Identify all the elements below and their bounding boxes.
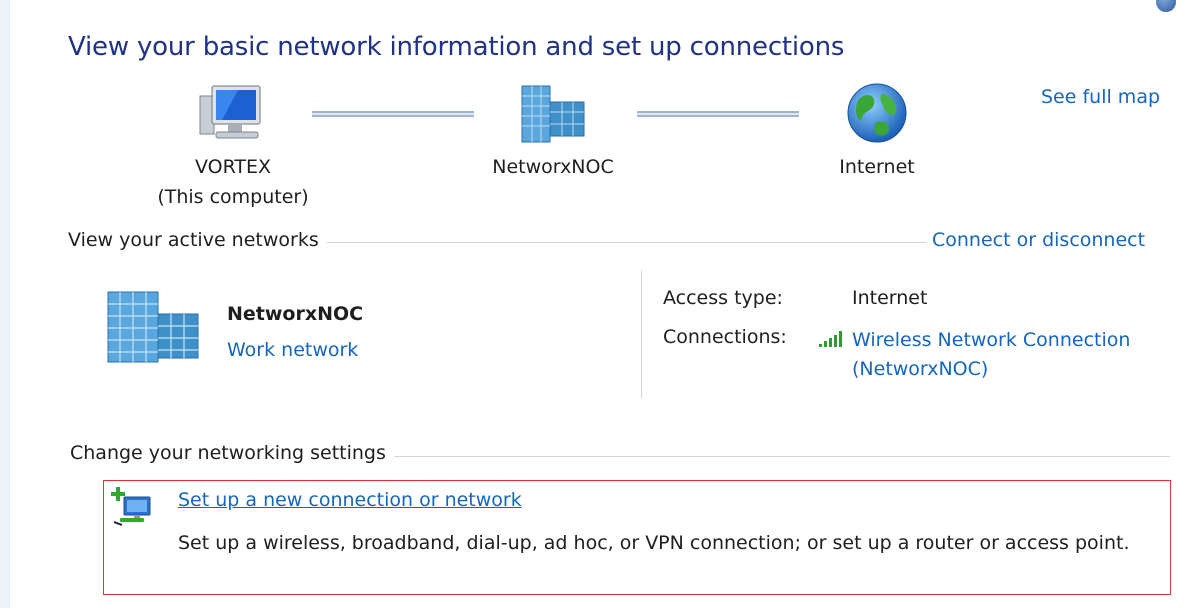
active-network-icon [104,290,202,364]
connection-name-line1: Wireless Network Connection [852,329,1131,351]
help-icon[interactable] [1156,0,1176,12]
access-type-value: Internet [852,287,928,309]
computer-subtitle: (This computer) [157,186,309,208]
map-node-network: NetworxNOC [470,152,636,182]
internet-name: Internet [839,156,915,178]
computer-name: VORTEX [194,156,272,178]
active-network-name: NetworxNOC [227,303,364,325]
wireless-signal-icon [817,330,847,348]
see-full-map-link[interactable]: See full map [1041,86,1160,108]
map-connector-line-1 [312,111,474,117]
network-building-icon[interactable] [518,84,588,144]
setup-connection-description: Set up a wireless, broadband, dial-up, a… [178,532,1130,554]
wireless-connection-link[interactable]: Wireless Network Connection (NetworxNOC) [852,326,1130,384]
network-type-link[interactable]: Work network [227,339,358,361]
setup-connection-link[interactable]: Set up a new connection or network [178,489,522,511]
access-type-label: Access type: [663,287,783,309]
network-details-divider [641,270,642,398]
left-navigation-strip [0,0,10,608]
map-node-computer: VORTEX (This computer) [140,152,326,212]
globe-icon[interactable] [846,82,908,144]
map-connector-line-2 [637,111,799,117]
settings-heading: Change your networking settings [70,442,394,464]
connections-label: Connections: [663,326,787,348]
map-node-internet: Internet [800,152,954,182]
computer-icon[interactable] [198,82,268,144]
new-connection-icon[interactable] [110,487,160,527]
network-map-name: NetworxNOC [492,156,614,178]
connection-name-line2: (NetworxNOC) [852,358,989,380]
page-title: View your basic network information and … [68,32,845,62]
active-networks-heading: View your active networks [68,229,327,251]
connect-or-disconnect-link[interactable]: Connect or disconnect [932,229,1146,251]
